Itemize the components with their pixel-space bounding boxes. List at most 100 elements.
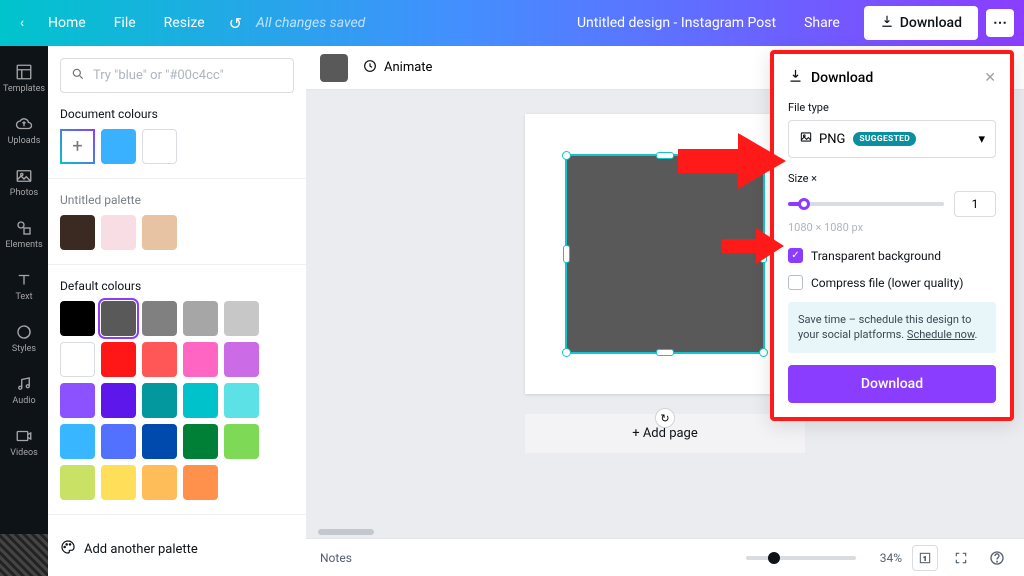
undo-button[interactable]: ↺ bbox=[219, 14, 252, 33]
colour-swatch[interactable] bbox=[183, 465, 218, 500]
add-colour-button[interactable]: + bbox=[60, 129, 95, 164]
nav-audio[interactable]: Audio bbox=[0, 364, 48, 416]
download-icon bbox=[880, 14, 894, 32]
colour-swatch[interactable] bbox=[101, 465, 136, 500]
colour-swatch[interactable] bbox=[101, 342, 136, 377]
dimensions-text: 1080 × 1080 px bbox=[788, 221, 996, 234]
file-type-select[interactable]: PNG SUGGESTED ▾ bbox=[788, 120, 996, 158]
more-button[interactable]: ⋯ bbox=[986, 9, 1014, 37]
download-button[interactable]: Download bbox=[864, 6, 978, 40]
download-panel-title: Download bbox=[811, 70, 873, 86]
colour-swatch[interactable] bbox=[183, 383, 218, 418]
colour-swatch[interactable] bbox=[183, 342, 218, 377]
suggested-badge: SUGGESTED bbox=[853, 132, 916, 146]
resize-handle[interactable] bbox=[562, 151, 571, 160]
colour-swatch[interactable] bbox=[60, 215, 95, 250]
colour-swatch[interactable] bbox=[142, 129, 177, 164]
colour-swatch[interactable] bbox=[142, 465, 177, 500]
colour-swatch[interactable] bbox=[224, 301, 259, 336]
colour-swatch[interactable] bbox=[60, 383, 95, 418]
schedule-tip: Save time – schedule this design to your… bbox=[788, 302, 996, 353]
colour-swatch[interactable] bbox=[101, 301, 136, 336]
bottom-bar: Notes 34% 1 bbox=[306, 538, 1024, 576]
nav-uploads[interactable]: Uploads bbox=[0, 104, 48, 156]
fullscreen-button[interactable] bbox=[948, 545, 974, 571]
resize-handle[interactable] bbox=[759, 348, 768, 357]
default-colours-label: Default colours bbox=[60, 279, 294, 293]
fill-colour-chip[interactable] bbox=[320, 54, 348, 82]
nav-styles[interactable]: Styles bbox=[0, 312, 48, 364]
colour-swatch[interactable] bbox=[60, 465, 95, 500]
nav-photos[interactable]: Photos bbox=[0, 156, 48, 208]
svg-text:1: 1 bbox=[923, 556, 926, 562]
checkbox-off-icon bbox=[788, 275, 803, 290]
colour-swatch[interactable] bbox=[60, 424, 95, 459]
chevron-down-icon: ▾ bbox=[978, 132, 985, 147]
untitled-palette-label: Untitled palette bbox=[60, 193, 294, 207]
color-search[interactable] bbox=[60, 58, 294, 93]
colour-swatch[interactable] bbox=[183, 301, 218, 336]
save-status: All changes saved bbox=[256, 15, 365, 31]
size-input[interactable] bbox=[954, 191, 996, 217]
colour-swatch[interactable] bbox=[101, 129, 136, 164]
color-search-input[interactable] bbox=[93, 68, 283, 83]
home-link[interactable]: Home bbox=[34, 15, 100, 31]
colour-swatch[interactable] bbox=[142, 342, 177, 377]
close-icon[interactable]: ✕ bbox=[984, 70, 996, 86]
help-button[interactable] bbox=[984, 545, 1010, 571]
checkbox-on-icon: ✓ bbox=[788, 248, 803, 263]
colour-swatch[interactable] bbox=[142, 215, 177, 250]
size-slider[interactable] bbox=[788, 202, 944, 206]
colour-swatch[interactable] bbox=[101, 383, 136, 418]
colour-swatch[interactable] bbox=[101, 424, 136, 459]
animate-button[interactable]: Animate bbox=[362, 58, 432, 78]
colour-swatch[interactable] bbox=[60, 342, 95, 377]
side-nav: Templates Uploads Photos Elements Text S… bbox=[0, 46, 48, 576]
colour-swatch[interactable] bbox=[101, 215, 136, 250]
colour-swatch[interactable] bbox=[224, 383, 259, 418]
topbar: ‹ Home File Resize ↺ All changes saved U… bbox=[0, 0, 1024, 46]
add-palette-button[interactable]: Add another palette bbox=[60, 529, 294, 569]
file-menu[interactable]: File bbox=[100, 15, 150, 31]
notes-button[interactable]: Notes bbox=[320, 551, 736, 565]
doc-colours-label: Document colours bbox=[60, 107, 294, 121]
share-button[interactable]: Share bbox=[790, 15, 854, 31]
back-button[interactable]: ‹ bbox=[10, 15, 34, 31]
zoom-value[interactable]: 34% bbox=[866, 551, 902, 565]
colour-swatch[interactable] bbox=[224, 424, 259, 459]
download-panel: Download ✕ File type PNG SUGGESTED ▾ Siz… bbox=[770, 50, 1014, 421]
nav-text[interactable]: Text bbox=[0, 260, 48, 312]
resize-handle[interactable] bbox=[563, 245, 570, 263]
schedule-now-link[interactable]: Schedule now bbox=[907, 328, 975, 341]
zoom-slider[interactable] bbox=[746, 556, 856, 560]
download-cta-button[interactable]: Download bbox=[788, 365, 996, 403]
page-view-button[interactable]: 1 bbox=[912, 545, 938, 571]
palette-icon bbox=[60, 539, 76, 559]
colour-swatch[interactable] bbox=[224, 342, 259, 377]
nav-more[interactable] bbox=[0, 534, 48, 576]
compress-checkbox[interactable]: Compress file (lower quality) bbox=[788, 275, 996, 290]
document-title[interactable]: Untitled design - Instagram Post bbox=[577, 15, 776, 31]
annotation-arrow bbox=[678, 133, 786, 189]
colour-swatch[interactable] bbox=[183, 424, 218, 459]
colour-swatch[interactable] bbox=[142, 301, 177, 336]
file-type-label: File type bbox=[788, 101, 996, 114]
resize-handle[interactable] bbox=[656, 152, 674, 159]
search-icon bbox=[71, 66, 85, 85]
colour-swatch[interactable] bbox=[142, 383, 177, 418]
colour-swatch[interactable] bbox=[142, 424, 177, 459]
resize-handle[interactable] bbox=[562, 348, 571, 357]
resize-menu[interactable]: Resize bbox=[150, 15, 219, 31]
rotate-handle[interactable]: ↻ bbox=[655, 408, 675, 428]
download-icon bbox=[788, 68, 803, 87]
resize-handle[interactable] bbox=[656, 349, 674, 356]
nav-videos[interactable]: Videos bbox=[0, 416, 48, 468]
nav-elements[interactable]: Elements bbox=[0, 208, 48, 260]
nav-templates[interactable]: Templates bbox=[0, 52, 48, 104]
animate-icon bbox=[362, 58, 378, 78]
hscroll[interactable] bbox=[306, 526, 1024, 538]
colour-swatch[interactable] bbox=[60, 301, 95, 336]
file-icon bbox=[799, 130, 813, 148]
transparent-bg-checkbox[interactable]: ✓ Transparent background bbox=[788, 248, 996, 263]
size-label: Size × bbox=[788, 172, 996, 185]
